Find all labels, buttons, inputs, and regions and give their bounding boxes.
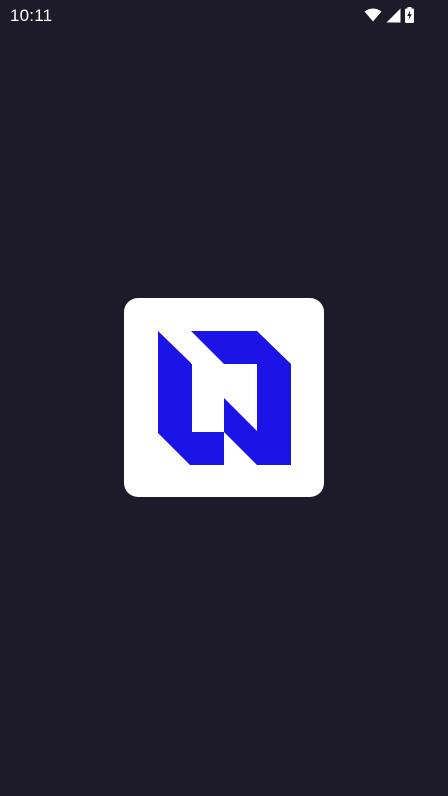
app-logo-icon [124, 298, 324, 497]
wifi-icon [364, 8, 382, 22]
status-bar: 10:11 [0, 0, 448, 30]
app-logo [124, 298, 324, 497]
status-icons [364, 7, 414, 23]
status-time: 10:11 [10, 5, 53, 25]
battery-charging-icon [405, 7, 414, 23]
cellular-signal-icon [386, 8, 401, 23]
splash-screen: 10:11 [0, 0, 448, 796]
